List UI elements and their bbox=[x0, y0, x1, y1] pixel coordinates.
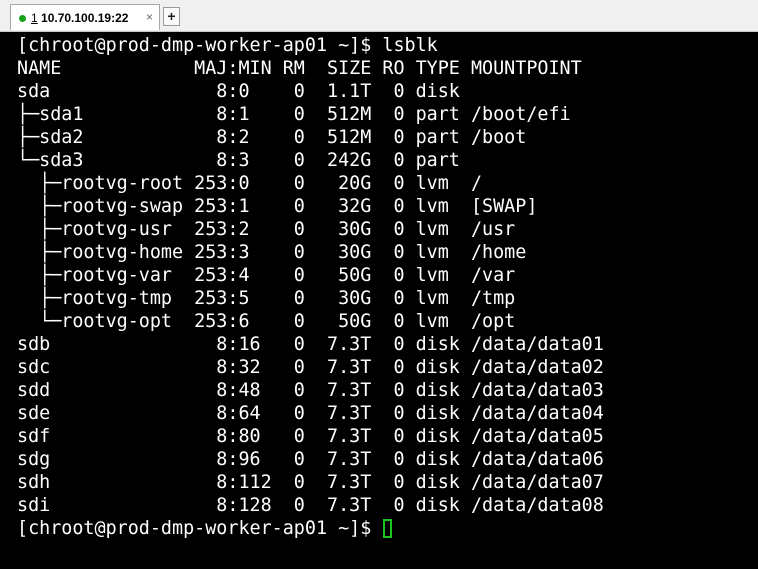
terminal-line: sda 8:0 0 1.1T 0 disk bbox=[17, 81, 460, 102]
terminal-line: sde 8:64 0 7.3T 0 disk /data/data04 bbox=[17, 403, 604, 424]
terminal-prompt-line: [chroot@prod-dmp-worker-ap01 ~]$ bbox=[17, 517, 604, 540]
terminal-line: ├─rootvg-home 253:3 0 30G 0 lvm /home bbox=[17, 242, 527, 263]
close-tab-button[interactable]: × bbox=[146, 10, 153, 24]
terminal-line: ├─rootvg-swap 253:1 0 32G 0 lvm [SWAP] bbox=[17, 196, 538, 217]
terminal-line: sdf 8:80 0 7.3T 0 disk /data/data05 bbox=[17, 426, 604, 447]
connection-status-icon bbox=[19, 15, 26, 22]
terminal-line: sdg 8:96 0 7.3T 0 disk /data/data06 bbox=[17, 449, 604, 470]
terminal-line: [chroot@prod-dmp-worker-ap01 ~]$ lsblk bbox=[17, 35, 438, 56]
terminal-cursor bbox=[383, 519, 393, 538]
terminal-line: sdh 8:112 0 7.3T 0 disk /data/data07 bbox=[17, 472, 604, 493]
session-tab[interactable]: 1 10.70.100.19:22 × bbox=[10, 4, 160, 30]
terminal-line: ├─rootvg-usr 253:2 0 30G 0 lvm /usr bbox=[17, 219, 516, 240]
terminal-line: └─rootvg-opt 253:6 0 50G 0 lvm /opt bbox=[17, 311, 516, 332]
tab-bar: 1 10.70.100.19:22 × + bbox=[0, 0, 758, 32]
terminal-line: sdi 8:128 0 7.3T 0 disk /data/data08 bbox=[17, 495, 604, 516]
tab-label: 10.70.100.19:22 bbox=[37, 11, 129, 25]
terminal-line: sdb 8:16 0 7.3T 0 disk /data/data01 bbox=[17, 334, 604, 355]
terminal-lines: [chroot@prod-dmp-worker-ap01 ~]$ lsblk NA… bbox=[17, 34, 604, 517]
terminal-line: sdc 8:32 0 7.3T 0 disk /data/data02 bbox=[17, 357, 604, 378]
new-tab-button[interactable]: + bbox=[163, 7, 180, 26]
tab-index: 1 bbox=[31, 11, 38, 25]
terminal-line: ├─rootvg-tmp 253:5 0 30G 0 lvm /tmp bbox=[17, 288, 516, 309]
terminal-line: ├─sda2 8:2 0 512M 0 part /boot bbox=[17, 127, 527, 148]
terminal-line: ├─rootvg-var 253:4 0 50G 0 lvm /var bbox=[17, 265, 516, 286]
tab-title: 1 10.70.100.19:22 bbox=[31, 11, 128, 25]
terminal-line: sdd 8:48 0 7.3T 0 disk /data/data03 bbox=[17, 380, 604, 401]
terminal-line: └─sda3 8:3 0 242G 0 part bbox=[17, 150, 460, 171]
terminal-output[interactable]: [chroot@prod-dmp-worker-ap01 ~]$ lsblk NA… bbox=[17, 34, 604, 540]
terminal-line: ├─rootvg-root 253:0 0 20G 0 lvm / bbox=[17, 173, 483, 194]
terminal-line: NAME MAJ:MIN RM SIZE RO TYPE MOUNTPOINT bbox=[17, 58, 582, 79]
terminal-line: ├─sda1 8:1 0 512M 0 part /boot/efi bbox=[17, 104, 571, 125]
terminal-prompt: [chroot@prod-dmp-worker-ap01 ~]$ bbox=[17, 518, 383, 539]
